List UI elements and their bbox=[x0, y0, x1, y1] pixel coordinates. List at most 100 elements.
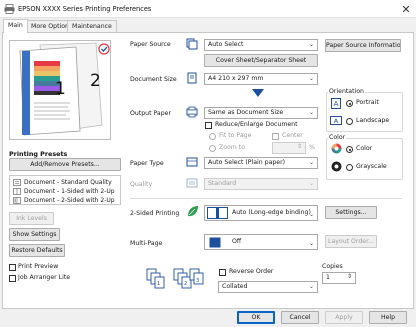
chevron-down-icon: ⌄ bbox=[308, 283, 314, 290]
paper-type-label: Paper Type bbox=[130, 160, 164, 167]
multi-page-off-icon bbox=[209, 237, 221, 248]
two-sided-settings-button[interactable]: Settings... bbox=[325, 206, 377, 219]
paper-type-select[interactable]: Auto Select (Plain paper) ⌄ bbox=[204, 157, 318, 169]
chevron-down-icon: ⌄ bbox=[308, 41, 314, 48]
color-heading: Color bbox=[328, 134, 347, 141]
svg-text:1: 1 bbox=[157, 281, 160, 287]
epson-leaf-icon bbox=[188, 206, 198, 217]
spinner-arrows-icon: ⇕ bbox=[346, 273, 352, 280]
two-sided-printing-value: Auto (Long-edge binding) bbox=[232, 209, 311, 216]
grayscale-icon bbox=[331, 161, 342, 172]
paper-source-select[interactable]: Auto Select ⌄ bbox=[204, 39, 318, 51]
chevron-down-icon: ⌄ bbox=[308, 75, 314, 82]
document-size-value: A4 210 x 297 mm bbox=[208, 75, 264, 82]
copies-spinner[interactable]: 1 ⇕ bbox=[322, 272, 356, 284]
print-preview-label: Print Preview bbox=[18, 263, 59, 270]
paper-type-value: Auto Select (Plain paper) bbox=[208, 159, 286, 166]
print-preview-frame: 1 2 bbox=[9, 40, 111, 140]
svg-text:2: 2 bbox=[184, 281, 187, 287]
reverse-order-label: Reverse Order bbox=[229, 268, 274, 275]
fit-to-page-radio[interactable] bbox=[209, 133, 216, 140]
landscape-icon: A bbox=[330, 116, 342, 125]
multi-page-value: Off bbox=[232, 238, 242, 245]
portrait-radio[interactable] bbox=[346, 100, 353, 107]
preset-item-label: Document - Standard Quality bbox=[24, 178, 112, 186]
cancel-button[interactable]: Cancel bbox=[281, 311, 319, 324]
color-label: Color bbox=[356, 145, 373, 152]
document-size-label: Document Size bbox=[130, 76, 177, 83]
presets-list: Document - Standard Quality Document - 1… bbox=[9, 175, 121, 205]
two-sided-printing-label: 2-Sided Printing bbox=[130, 210, 180, 217]
output-paper-select[interactable]: Same as Document Size ⌄ bbox=[204, 107, 318, 119]
color-wheel-icon bbox=[331, 143, 342, 154]
add-remove-presets-button[interactable]: Add/Remove Presets... bbox=[9, 158, 121, 171]
center-label: Center bbox=[282, 132, 303, 139]
restore-defaults-button[interactable]: Restore Defaults bbox=[9, 244, 65, 257]
chevron-down-icon: ⌄ bbox=[308, 109, 314, 116]
show-settings-button[interactable]: Show Settings bbox=[9, 228, 60, 241]
collate-value: Collated bbox=[222, 283, 248, 290]
quality-icon bbox=[186, 178, 198, 188]
center-checkbox[interactable] bbox=[272, 133, 279, 140]
ink-levels-button[interactable]: Ink Levels bbox=[9, 212, 54, 225]
color-check-icon bbox=[98, 43, 110, 55]
paper-source-information-button[interactable]: Paper Source Informatio bbox=[325, 39, 401, 52]
paper-source-icon bbox=[186, 38, 198, 50]
reduce-enlarge-checkbox[interactable] bbox=[205, 122, 212, 129]
document-size-icon bbox=[187, 72, 197, 84]
zoom-percent-spinner[interactable]: ⇕ bbox=[272, 142, 306, 154]
page-order-icon: 1 2 3 bbox=[146, 268, 204, 289]
arrow-down-icon bbox=[252, 89, 264, 97]
orientation-heading: Orientation bbox=[328, 88, 365, 95]
quality-value: Standard bbox=[208, 180, 237, 187]
multi-page-select[interactable]: Off ⌄ bbox=[204, 234, 318, 250]
preset-item-label: Document - 1-Sided with 2-Up bbox=[24, 187, 115, 195]
reduce-enlarge-label: Reduce/Enlarge Document bbox=[215, 121, 298, 128]
zoom-to-radio[interactable] bbox=[209, 145, 216, 152]
spinner-arrows-icon: ⇕ bbox=[296, 143, 302, 150]
zoom-unit-label: % bbox=[309, 144, 315, 151]
job-arranger-lite-checkbox[interactable] bbox=[9, 275, 16, 282]
output-paper-label: Output Paper bbox=[130, 110, 171, 117]
printer-icon bbox=[4, 4, 15, 14]
window-title: EPSON XXXX Series Printing Preferences bbox=[18, 5, 152, 13]
preset-item[interactable]: Document - 2-Sided with 2-Up bbox=[13, 196, 115, 204]
tab-maintenance[interactable]: Maintenance bbox=[67, 20, 117, 32]
quality-label: Quality bbox=[130, 181, 153, 188]
apply-button[interactable]: Apply bbox=[325, 311, 363, 324]
preset-item[interactable]: Document - Standard Quality bbox=[13, 178, 112, 186]
chevron-down-icon: ⌄ bbox=[308, 240, 314, 247]
portrait-icon: A bbox=[331, 98, 341, 109]
preview-page-number-1: 1 bbox=[55, 79, 66, 99]
collate-select[interactable]: Collated ⌄ bbox=[218, 281, 318, 293]
output-paper-value: Same as Document Size bbox=[208, 109, 284, 116]
paper-source-label: Paper Source bbox=[130, 41, 171, 48]
preset-item[interactable]: Document - 1-Sided with 2-Up bbox=[13, 187, 115, 195]
reverse-order-checkbox[interactable] bbox=[219, 269, 226, 276]
svg-text:3: 3 bbox=[196, 278, 199, 284]
two-sided-printing-select[interactable]: Auto (Long-edge binding) ⌄ bbox=[204, 205, 318, 221]
preset-item-label: Document - 2-Sided with 2-Up bbox=[24, 196, 115, 204]
close-icon[interactable]: ✕ bbox=[399, 2, 413, 16]
preview-page-number-2: 2 bbox=[90, 71, 101, 91]
help-button[interactable]: Help bbox=[369, 311, 407, 324]
paper-type-icon bbox=[186, 157, 198, 167]
print-preview-checkbox[interactable] bbox=[9, 264, 16, 271]
copies-label: Copies bbox=[322, 263, 343, 270]
portrait-label: Portrait bbox=[356, 99, 379, 106]
layout-order-button[interactable]: Layout Order... bbox=[325, 235, 377, 248]
fit-to-page-label: Fit to Page bbox=[219, 132, 252, 139]
document-size-select[interactable]: A4 210 x 297 mm ⌄ bbox=[204, 73, 318, 85]
ok-button[interactable]: OK bbox=[237, 311, 275, 324]
job-arranger-lite-label: Job Arranger Lite bbox=[18, 274, 71, 281]
paper-source-value: Auto Select bbox=[208, 41, 244, 48]
color-radio[interactable] bbox=[346, 146, 353, 153]
quality-select[interactable]: Standard ⌄ bbox=[204, 178, 318, 190]
printing-presets-heading: Printing Presets bbox=[9, 150, 68, 158]
grayscale-label: Grayscale bbox=[356, 163, 387, 170]
cover-sheet-separator-button[interactable]: Cover Sheet/Separator Sheet bbox=[204, 54, 318, 67]
multi-page-label: Multi-Page bbox=[130, 240, 163, 247]
tab-main[interactable]: Main bbox=[3, 19, 28, 33]
landscape-radio[interactable] bbox=[346, 118, 353, 125]
grayscale-radio[interactable] bbox=[346, 164, 353, 171]
